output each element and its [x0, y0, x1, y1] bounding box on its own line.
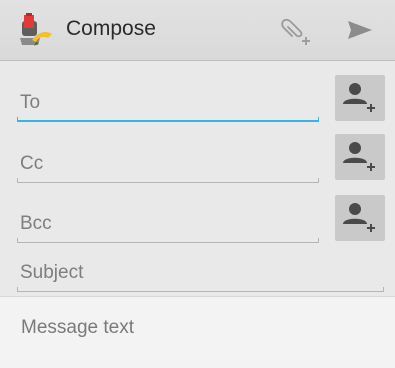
message-body-field[interactable]: Message text — [0, 296, 395, 368]
send-icon — [348, 21, 372, 39]
to-field[interactable]: To — [17, 88, 319, 122]
paperclip-add-icon — [281, 18, 310, 45]
attach-button[interactable] — [272, 10, 316, 50]
cc-placeholder: Cc — [20, 153, 44, 174]
add-to-contact-button[interactable] — [335, 75, 385, 121]
compose-form: To Cc Bcc Subject — [0, 61, 395, 296]
subject-field[interactable]: Subject — [17, 258, 384, 292]
person-add-icon — [343, 83, 375, 112]
cc-field[interactable]: Cc — [17, 149, 319, 183]
add-bcc-contact-button[interactable] — [335, 195, 385, 241]
bcc-field[interactable]: Bcc — [17, 209, 319, 243]
person-add-icon — [343, 203, 375, 232]
screen-title: Compose — [66, 17, 156, 40]
email-app-icon[interactable] — [18, 12, 58, 48]
bcc-placeholder: Bcc — [20, 213, 52, 234]
action-bar: Compose — [0, 0, 395, 61]
send-button[interactable] — [336, 10, 380, 50]
add-cc-contact-button[interactable] — [335, 134, 385, 180]
person-add-icon — [343, 142, 375, 171]
subject-placeholder: Subject — [20, 262, 84, 283]
message-placeholder: Message text — [21, 317, 134, 338]
to-placeholder: To — [20, 92, 41, 113]
